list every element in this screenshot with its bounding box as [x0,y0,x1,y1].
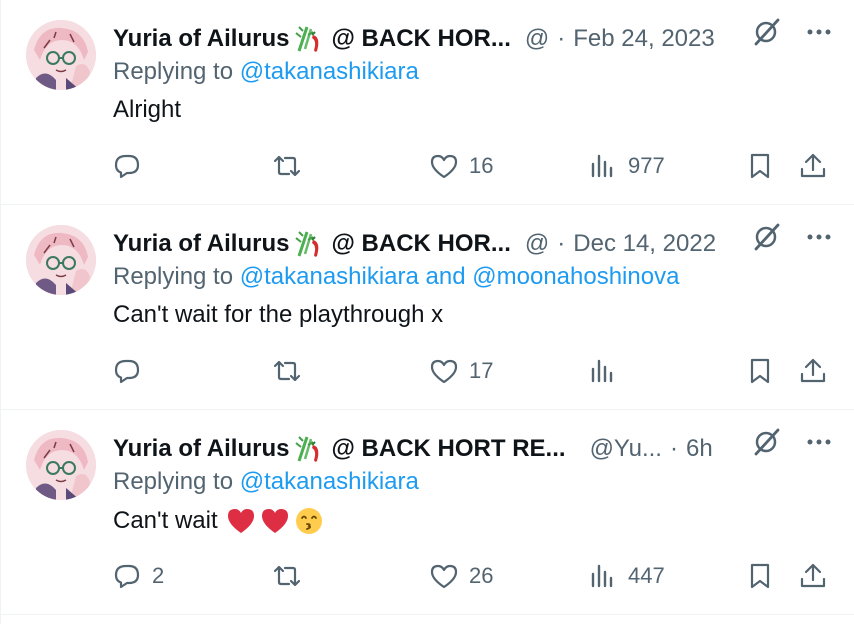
bamboo-chili-emoji-icon [295,436,319,462]
bookmark-icon [750,563,770,589]
reply-bubble-icon [114,564,140,589]
tweet-header-actions [750,16,834,48]
bar-chart-icon [591,154,613,178]
retweet-button[interactable] [272,356,312,386]
timestamp[interactable]: 6h [686,435,713,463]
bookmark-button[interactable] [745,356,775,386]
retweet-button[interactable] [272,151,312,181]
replying-to: Replying to @takanashikiara and @moonaho… [113,263,679,291]
views-button[interactable]: 977 [588,151,665,181]
replying-prefix: Replying to [113,468,234,495]
tweet[interactable]: Yuria of Ailurus @ BACK HORT RE... @Yu..… [0,410,854,615]
more-dots-icon[interactable] [804,427,834,457]
author-handle[interactable]: @ [525,230,549,258]
tweet-actions: 16 977 [0,145,854,189]
tweet-header-actions [750,221,834,253]
replying-prefix: Replying to [113,58,234,85]
replying-to: Replying to @takanashikiara [113,58,419,86]
avatar[interactable] [26,430,96,500]
mention-joiner: and [418,263,473,290]
red-heart-emoji-icon [261,509,288,533]
author-name[interactable]: Yuria of Ailurus [113,25,289,53]
reply-bubble-icon [114,154,140,179]
like-count: 17 [469,358,494,383]
views-button[interactable] [588,356,628,386]
like-count: 26 [469,563,494,588]
reply-button[interactable]: 2 [112,561,164,591]
heart-outline-icon [430,564,458,589]
bar-chart-icon [591,564,613,588]
timestamp[interactable]: Feb 24, 2023 [573,25,714,53]
reply-button[interactable] [112,151,152,181]
share-button[interactable] [798,356,828,386]
like-count: 16 [469,153,494,178]
tweet-actions: 2 26 447 [0,555,854,599]
replying-to: Replying to @takanashikiara [113,468,419,496]
share-button[interactable] [798,561,828,591]
tweet-text-row: Can't wait [113,506,324,536]
bamboo-chili-emoji-icon [295,231,319,257]
reply-count: 2 [152,563,165,588]
replying-prefix: Replying to [113,263,234,290]
retweet-button[interactable] [272,561,312,591]
more-dots-icon[interactable] [804,17,834,47]
separator: · [557,230,566,257]
heart-outline-icon [430,154,458,179]
tweet-header: Yuria of Ailurus @ BACK HOR... @ · Feb 2… [113,22,833,56]
red-heart-emoji-icon [227,509,254,533]
like-button[interactable]: 17 [429,356,493,386]
retweet-icon [273,565,301,587]
avatar[interactable] [26,225,96,295]
bookmark-icon [750,153,770,179]
view-count: 977 [628,153,665,178]
bookmark-button[interactable] [745,561,775,591]
mention-link[interactable]: @takanashikiara [240,58,419,85]
author-name[interactable]: Yuria of Ailurus [113,230,289,258]
author-name-suffix[interactable]: @ BACK HOR... [331,25,510,53]
tweet[interactable]: Yuria of Ailurus @ BACK HOR... @ · Feb 2… [0,0,854,205]
views-button[interactable]: 447 [588,561,665,591]
like-button[interactable]: 26 [429,561,493,591]
like-button[interactable]: 16 [429,151,493,181]
author-name-suffix[interactable]: @ BACK HOR... [331,230,510,258]
view-count: 447 [628,563,665,588]
grok-slash-icon[interactable] [750,426,782,458]
bookmark-button[interactable] [745,151,775,181]
reply-button[interactable] [112,356,152,386]
retweet-icon [273,155,301,177]
grok-slash-icon[interactable] [750,16,782,48]
reply-bubble-icon [114,359,140,384]
share-upload-icon [800,563,826,588]
kissing-smiling-eyes-emoji-icon [295,508,322,534]
tweet[interactable]: Yuria of Ailurus @ BACK HOR... @ · Dec 1… [0,205,854,410]
tweet-header: Yuria of Ailurus @ BACK HOR... @ · Dec 1… [113,227,833,261]
tweet-actions: 17 [0,350,854,394]
timestamp[interactable]: Dec 14, 2022 [573,230,716,258]
bar-chart-icon [591,359,613,383]
heart-outline-icon [430,359,458,384]
mention-link[interactable]: @takanashikiara [240,263,419,290]
separator: · [557,25,566,52]
tweet-text: Can't wait [113,507,218,534]
avatar[interactable] [26,20,96,90]
more-dots-icon[interactable] [804,222,834,252]
bamboo-chili-emoji-icon [295,26,319,52]
tweet-header-actions [750,426,834,458]
author-name[interactable]: Yuria of Ailurus [113,435,289,463]
mention-link-2[interactable]: @moonahoshinova [472,263,679,290]
author-handle[interactable]: @ [525,25,549,53]
tweet-header: Yuria of Ailurus @ BACK HORT RE... @Yu..… [113,432,833,466]
retweet-icon [273,360,301,382]
author-name-suffix[interactable]: @ BACK HORT RE... [331,435,565,463]
author-handle[interactable]: @Yu... [590,435,662,463]
share-upload-icon [800,358,826,383]
grok-slash-icon[interactable] [750,221,782,253]
share-upload-icon [800,153,826,178]
separator: · [669,435,678,462]
share-button[interactable] [798,151,828,181]
mention-link[interactable]: @takanashikiara [240,468,419,495]
tweet-text: Alright [113,96,182,123]
bookmark-icon [750,358,770,384]
tweet-text: Can't wait for the playthrough x [113,301,444,328]
